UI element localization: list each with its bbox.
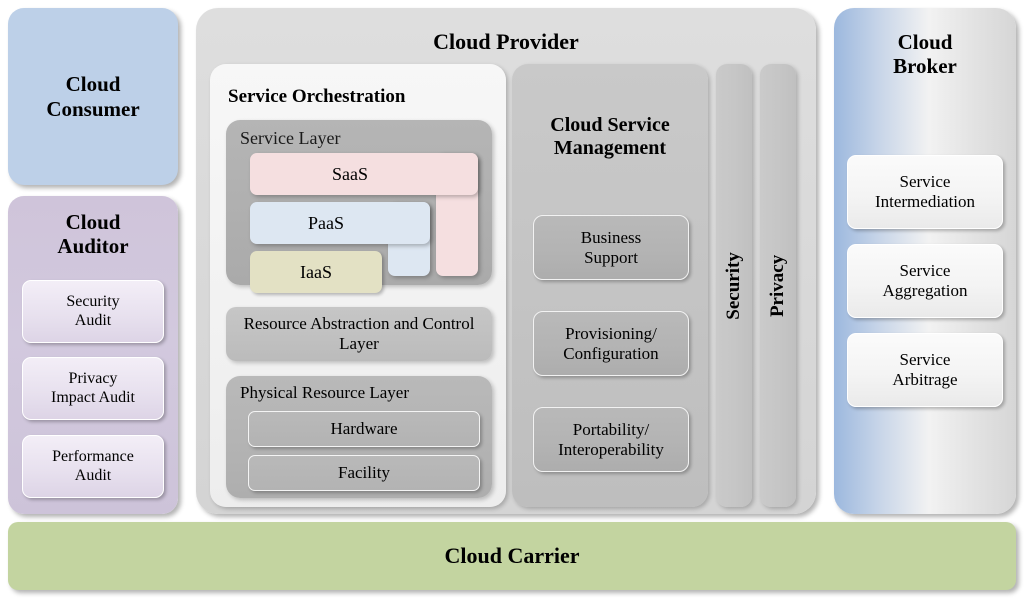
security-audit-label: Security Audit bbox=[66, 293, 120, 329]
service-orchestration-panel[interactable]: Service Orchestration Service Layer SaaS… bbox=[210, 64, 506, 507]
business-support-box[interactable]: Business Support bbox=[533, 215, 689, 280]
security-audit-box[interactable]: Security Audit bbox=[22, 280, 164, 343]
service-arbitrage-label: Service Arbitrage bbox=[892, 350, 958, 389]
hardware-label: Hardware bbox=[330, 419, 398, 439]
security-bar[interactable]: Security bbox=[716, 64, 752, 507]
service-aggregation-box[interactable]: Service Aggregation bbox=[847, 244, 1003, 318]
privacy-label: Privacy bbox=[767, 254, 789, 317]
service-arbitrage-box[interactable]: Service Arbitrage bbox=[847, 333, 1003, 407]
service-intermediation-box[interactable]: Service Intermediation bbox=[847, 155, 1003, 229]
hardware-box[interactable]: Hardware bbox=[248, 411, 480, 447]
privacy-impact-audit-box[interactable]: Privacy Impact Audit bbox=[22, 357, 164, 420]
provisioning-configuration-label: Provisioning/Configuration bbox=[563, 323, 659, 363]
cloud-service-management-label: Cloud Service Management bbox=[550, 114, 670, 159]
facility-box[interactable]: Facility bbox=[248, 455, 480, 491]
iaas-label: IaaS bbox=[300, 261, 332, 282]
service-intermediation-label: Service Intermediation bbox=[874, 172, 976, 211]
service-aggregation-label: Service Aggregation bbox=[882, 261, 968, 300]
cloud-broker-panel[interactable]: Cloud Broker Service Intermediation Servic… bbox=[834, 8, 1016, 514]
cloud-carrier-label: Cloud Carrier bbox=[444, 543, 580, 569]
cloud-auditor-label: Cloud Auditor bbox=[57, 210, 129, 259]
cloud-provider-panel[interactable]: Cloud Provider Service Orchestration Ser… bbox=[196, 8, 816, 514]
resource-abstraction-control-layer-box[interactable]: Resource Abstraction and Control Layer bbox=[226, 307, 492, 361]
privacy-bar[interactable]: Privacy bbox=[760, 64, 796, 507]
facility-label: Facility bbox=[338, 463, 390, 483]
cloud-service-management-panel[interactable]: Cloud Service Management Business Support … bbox=[512, 64, 708, 507]
paas-label: PaaS bbox=[308, 212, 344, 233]
cloud-provider-label: Cloud Provider bbox=[433, 29, 579, 54]
portability-interoperability-label: Portability/Interoperability bbox=[558, 419, 664, 459]
physical-resource-layer-label: Physical Resource Layer bbox=[240, 383, 409, 402]
service-layer-label: Service Layer bbox=[240, 128, 341, 148]
iaas-box[interactable]: IaaS bbox=[250, 251, 382, 293]
performance-audit-box[interactable]: Performance Audit bbox=[22, 435, 164, 498]
business-support-label: Business Support bbox=[580, 227, 642, 267]
cloud-broker-label: Cloud Broker bbox=[893, 30, 957, 79]
service-orchestration-label: Service Orchestration bbox=[228, 86, 406, 107]
portability-interoperability-box[interactable]: Portability/Interoperability bbox=[533, 407, 689, 472]
cloud-consumer-label: Cloud Consumer bbox=[46, 72, 140, 121]
cloud-consumer-box[interactable]: Cloud Consumer bbox=[8, 8, 178, 185]
physical-resource-layer-panel[interactable]: Physical Resource Layer Hardware Facilit… bbox=[226, 376, 492, 498]
cloud-auditor-box[interactable]: Cloud Auditor Security Audit Privacy Impact… bbox=[8, 196, 178, 514]
privacy-impact-audit-label: Privacy Impact Audit bbox=[51, 370, 135, 406]
service-layer-panel[interactable]: Service Layer SaaS PaaS IaaS bbox=[226, 120, 492, 293]
reference-architecture-diagram: Cloud Consumer Cloud Auditor Security Audit… bbox=[0, 0, 1024, 606]
security-label: Security bbox=[723, 251, 745, 320]
cloud-carrier-box[interactable]: Cloud Carrier bbox=[8, 522, 1016, 590]
saas-label: SaaS bbox=[332, 163, 368, 184]
performance-audit-label: Performance Audit bbox=[52, 448, 134, 484]
resource-abstraction-control-layer-label: Resource Abstraction and Control Layer bbox=[243, 314, 475, 353]
provisioning-configuration-box[interactable]: Provisioning/Configuration bbox=[533, 311, 689, 376]
